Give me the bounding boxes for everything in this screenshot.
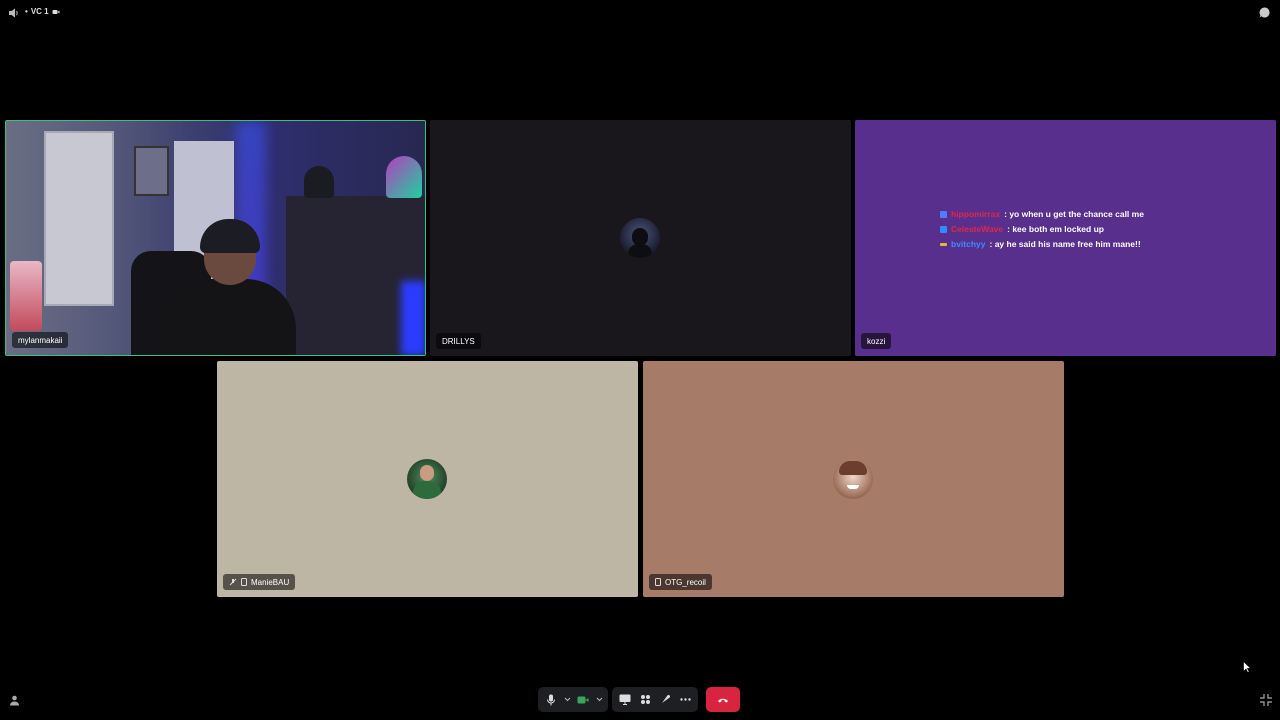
chat-message: CelesteWave : kee both em locked up	[940, 224, 1144, 234]
user-badge-icon	[940, 225, 947, 233]
more-icon	[679, 698, 691, 701]
title-dot: •	[25, 7, 28, 16]
exit-fullscreen-icon[interactable]	[1259, 693, 1273, 707]
chat-username: CelesteWave	[951, 224, 1004, 234]
video-channel-icon	[52, 9, 60, 14]
actions-control-group	[612, 687, 698, 712]
mobile-icon	[655, 578, 661, 586]
name-tag: mylanmakaii	[12, 332, 69, 348]
channel-title: • VC 1	[25, 7, 60, 16]
participant-name: mylanmakaii	[18, 335, 63, 345]
camera-options-button[interactable]	[594, 691, 604, 709]
name-tag: kozzi	[861, 333, 892, 349]
camera-icon	[577, 696, 589, 703]
participant-tile-maniebau[interactable]: ManieBAU	[217, 361, 638, 597]
chat-text: : ay he said his name free him mane!!	[989, 239, 1141, 249]
poster	[134, 146, 169, 196]
stream-chat-overlay: hippomirrax : yo when u get the chance c…	[940, 209, 1144, 249]
chevron-down-icon	[564, 697, 570, 702]
soundboard-button[interactable]	[656, 691, 674, 709]
participant-name: DRILLYS	[442, 336, 475, 346]
drink-can	[10, 261, 42, 331]
chat-message: bvitchyy : ay he said his name free him …	[940, 239, 1144, 249]
participant-name: OTG_recoil	[665, 577, 706, 587]
camera-button[interactable]	[574, 691, 592, 709]
name-tag: OTG_recoil	[649, 574, 712, 590]
avatar	[407, 459, 447, 499]
avatar	[833, 459, 873, 499]
participant-tile-kozzi[interactable]: hippomirrax : yo when u get the chance c…	[855, 120, 1276, 356]
name-tag: DRILLYS	[436, 333, 481, 349]
mobile-icon	[241, 578, 247, 586]
chat-text: : yo when u get the chance call me	[1004, 209, 1144, 219]
mic-control-group	[538, 687, 608, 712]
screen-share-icon	[619, 694, 631, 705]
participant-name: ManieBAU	[251, 577, 290, 587]
mouse-cursor-icon	[1243, 661, 1251, 673]
chat-bubble-icon[interactable]	[1258, 6, 1271, 19]
hang-up-icon	[718, 698, 728, 702]
name-tag: ManieBAU	[223, 574, 296, 590]
participant-tile-mylanmakaii[interactable]: mylanmakaii	[5, 120, 426, 356]
call-controls	[538, 687, 740, 712]
participant-tile-drillys[interactable]: DRILLYS	[430, 120, 851, 356]
chat-username: hippomirrax	[951, 209, 1001, 219]
microphone-icon	[547, 694, 555, 705]
top-bar: • VC 1	[0, 0, 1280, 26]
user-badge-icon	[940, 242, 947, 246]
microphone-button[interactable]	[542, 691, 560, 709]
invite-user-icon[interactable]	[8, 694, 21, 707]
disconnect-button[interactable]	[706, 687, 740, 712]
soundboard-icon	[661, 695, 670, 703]
avatar	[620, 218, 660, 258]
participant-tile-otg-recoil[interactable]: OTG_recoil	[643, 361, 1064, 597]
user-badge-icon	[940, 210, 947, 218]
screen-share-button[interactable]	[616, 691, 634, 709]
more-options-button[interactable]	[676, 691, 694, 709]
participant-name: kozzi	[867, 336, 886, 346]
chat-message: hippomirrax : yo when u get the chance c…	[940, 209, 1144, 219]
chat-username: bvitchyy	[951, 239, 986, 249]
chevron-down-icon	[596, 697, 602, 702]
door	[44, 131, 114, 306]
person	[156, 219, 296, 355]
muted-mic-icon	[229, 578, 237, 586]
chat-text: : kee both em locked up	[1007, 224, 1104, 234]
activities-icon	[640, 695, 650, 704]
activities-button[interactable]	[636, 691, 654, 709]
channel-name: VC 1	[30, 7, 49, 16]
mic-options-button[interactable]	[562, 691, 572, 709]
speaker-icon[interactable]	[8, 7, 20, 19]
camera-feed	[6, 121, 425, 355]
